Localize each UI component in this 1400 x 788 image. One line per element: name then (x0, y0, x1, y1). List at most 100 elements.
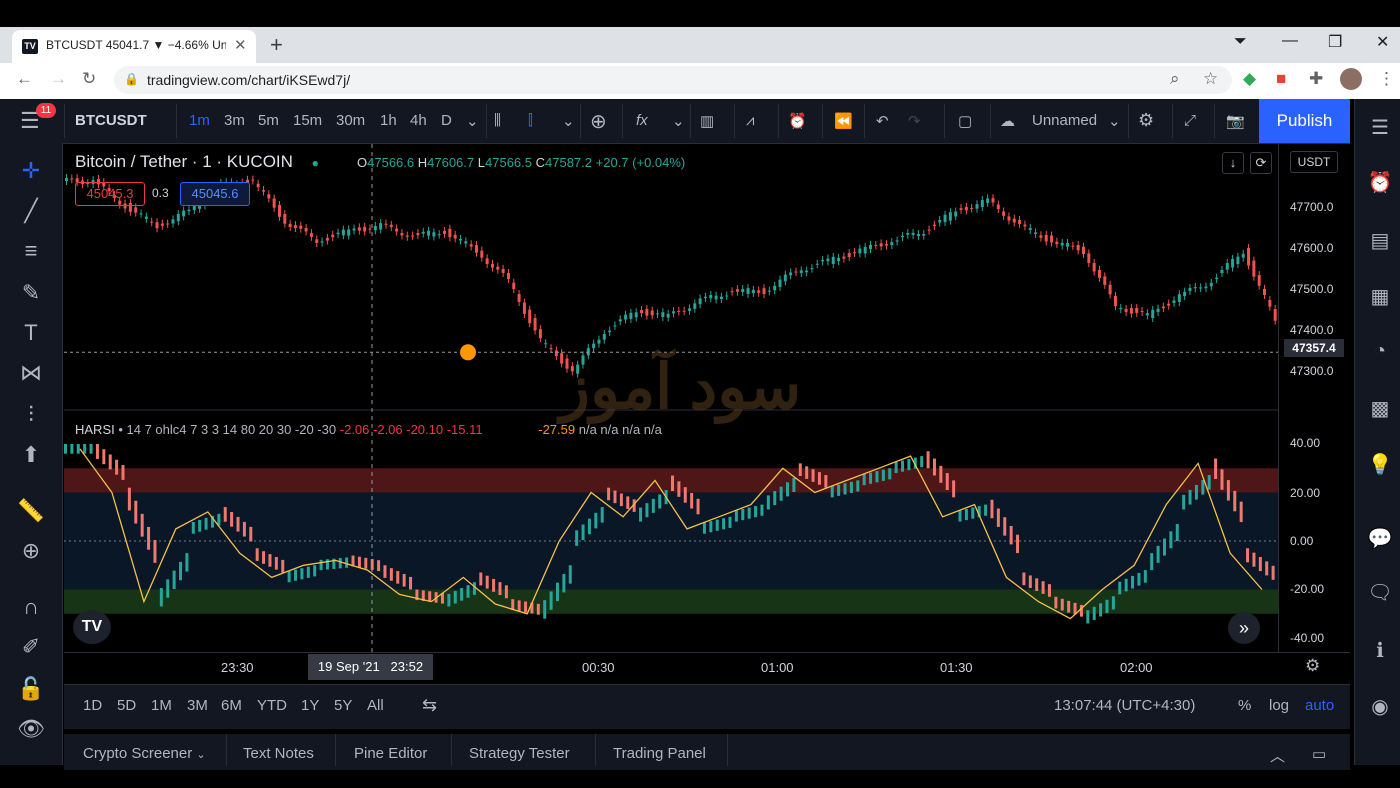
streams-icon[interactable]: ◉ (1365, 694, 1395, 719)
tab-text-notes[interactable]: Text Notes (243, 745, 314, 762)
compare-add-icon[interactable]: ⊕ (590, 109, 607, 134)
range-ytd[interactable]: YTD (257, 697, 287, 714)
snapshot-camera-icon[interactable]: 📷 (1226, 112, 1245, 130)
extension-red-icon[interactable]: ■ (1276, 69, 1286, 89)
forward-icon[interactable]: → (50, 69, 67, 89)
reload-icon[interactable]: ↻ (82, 69, 96, 89)
prediction-icon[interactable]: ⫶ (16, 400, 46, 430)
timezone-clock[interactable]: 13:07:44 (UTC+4:30) (1054, 697, 1195, 714)
range-3m[interactable]: 3M (187, 697, 208, 714)
indicators-dropdown-icon[interactable]: ⌄ (672, 112, 685, 130)
calendar-icon[interactable]: ▩ (1365, 396, 1395, 421)
refresh-icon[interactable]: ⟳ (1250, 152, 1272, 174)
extensions-puzzle-icon[interactable]: ✚ (1309, 69, 1323, 89)
watchlist-icon[interactable]: ☰ (1365, 115, 1395, 140)
fib-icon[interactable]: ≡ (16, 236, 46, 266)
buy-price-button[interactable]: 45045.6 (180, 182, 250, 206)
redo-icon[interactable]: ↷ (908, 112, 921, 130)
interval-30m[interactable]: 30m (336, 112, 365, 129)
zoom-icon[interactable]: ⌕ (1170, 69, 1180, 89)
maximize-panel-icon[interactable]: ▭ (1312, 745, 1326, 763)
range-5y[interactable]: 5Y (334, 697, 352, 714)
goto-date-icon[interactable]: ⇆ (422, 695, 437, 716)
chat-icon[interactable]: 🗨 (1365, 580, 1395, 605)
range-1d[interactable]: 1D (83, 697, 102, 714)
interval-1m[interactable]: 1m (189, 112, 210, 129)
currency-label[interactable]: USDT (1290, 151, 1338, 173)
close-tab-icon[interactable]: ✕ (234, 36, 247, 54)
interval-5m[interactable]: 5m (258, 112, 279, 129)
price-axis[interactable] (1278, 144, 1351, 652)
fullscreen-frame-icon[interactable]: ▢ (958, 112, 972, 130)
interval-15m[interactable]: 15m (293, 112, 322, 129)
trend-line-icon[interactable]: ╱ (16, 196, 46, 226)
interval-d[interactable]: D (441, 112, 452, 129)
news-icon[interactable]: ▤ (1365, 228, 1395, 253)
new-tab-icon[interactable]: + (270, 32, 283, 58)
back-icon[interactable]: ← (16, 69, 33, 89)
chats-icon[interactable]: 💬 (1365, 526, 1395, 551)
ideas-bulb-icon[interactable]: 💡 (1365, 452, 1395, 477)
bar-style-icon[interactable]: ⫼ (494, 112, 501, 129)
window-close-icon[interactable]: ✕ (1376, 32, 1389, 52)
sell-price-button[interactable]: 45045.3 (75, 182, 145, 206)
tradingview-logo[interactable]: TV (73, 610, 111, 644)
alert-icon[interactable]: ⏰ (788, 112, 807, 130)
interval-dropdown-icon[interactable]: ⌄ (466, 112, 479, 130)
hide-drawings-eye-icon[interactable]: 👁 (16, 714, 46, 744)
publish-button[interactable]: Publish (1259, 99, 1350, 143)
crosshair-icon[interactable]: ✛ (16, 156, 46, 186)
log-toggle[interactable]: log (1269, 697, 1289, 714)
interval-4h[interactable]: 4h (410, 112, 427, 129)
layout-name[interactable]: Unnamed (1032, 112, 1097, 129)
range-6m[interactable]: 6M (221, 697, 242, 714)
interval-1h[interactable]: 1h (380, 112, 397, 129)
brush-icon[interactable]: ✎ (16, 278, 46, 308)
browser-menu-icon[interactable]: ⋮ (1378, 69, 1395, 89)
indicators-icon[interactable]: fx (636, 112, 648, 129)
omnibox[interactable]: 🔒 tradingview.com/chart/iKSEwd7j/ (114, 66, 1232, 94)
avatar[interactable] (1340, 68, 1362, 90)
pattern-icon[interactable]: ⋈ (16, 358, 46, 388)
tab-trading-panel[interactable]: Trading Panel (613, 745, 706, 762)
replay-icon[interactable]: ⏪ (834, 112, 853, 130)
chart-style-dropdown-icon[interactable]: ⌄ (562, 112, 575, 130)
time-axis-settings-icon[interactable]: ⚙ (1305, 656, 1320, 676)
maximize-icon[interactable]: ❐ (1328, 32, 1342, 52)
tab-strategy-tester[interactable]: Strategy Tester (469, 745, 570, 762)
extension-icon[interactable]: ◆ (1243, 69, 1256, 89)
profile-menu-icon[interactable]: ⏷ (1234, 33, 1247, 51)
arrow-down-icon[interactable]: ↓ (1222, 152, 1244, 174)
range-all[interactable]: All (367, 697, 384, 714)
collapse-panel-icon[interactable]: ︿ (1270, 745, 1285, 766)
fullscreen-icon[interactable]: ⤢ (1184, 112, 1196, 129)
ruler-icon[interactable]: 📏 (16, 496, 46, 526)
templates-icon[interactable]: ⩘ (746, 112, 754, 129)
range-1y[interactable]: 1Y (301, 697, 319, 714)
interval-3m[interactable]: 3m (224, 112, 245, 129)
minimize-icon[interactable]: — (1282, 32, 1298, 50)
symbol-search[interactable]: BTCUSDT (75, 112, 147, 129)
alerts-clock-icon[interactable]: ⏰ (1365, 170, 1395, 195)
data-window-icon[interactable]: ▦ (1365, 284, 1395, 309)
time-axis[interactable] (64, 652, 1350, 684)
auto-toggle[interactable]: auto (1305, 697, 1334, 714)
stay-drawing-icon[interactable]: ✐ (16, 632, 46, 662)
tab-pine-editor[interactable]: Pine Editor (354, 745, 427, 762)
chart-title[interactable]: Bitcoin / Tether · 1 · KUCOIN (75, 152, 293, 171)
tab-crypto-screener[interactable]: Crypto Screener ⌄ (83, 745, 206, 762)
notifications-icon[interactable]: ℹ (1365, 638, 1395, 663)
magnet-icon[interactable]: ∩ (16, 592, 46, 622)
candle-style-icon[interactable]: ⫿ (528, 112, 533, 129)
scroll-to-realtime-button[interactable]: » (1228, 612, 1260, 644)
indicator-legend[interactable]: HARSI • 14 7 ohlc4 7 3 3 14 80 20 30 -20… (75, 422, 662, 437)
undo-icon[interactable]: ↶ (876, 112, 889, 130)
percent-toggle[interactable]: % (1238, 697, 1251, 714)
layout-dropdown-icon[interactable]: ⌄ (1108, 112, 1121, 130)
zoom-in-icon[interactable]: ⊕ (16, 536, 46, 566)
hotlist-icon[interactable]: ◔ (1365, 340, 1395, 363)
browser-tab[interactable]: TV BTCUSDT 45041.7 ▼ −4.66% Unnamed ✕ (12, 30, 256, 63)
text-icon[interactable]: T (16, 318, 46, 348)
range-1m[interactable]: 1M (151, 697, 172, 714)
bookmark-star-icon[interactable]: ☆ (1203, 69, 1218, 89)
